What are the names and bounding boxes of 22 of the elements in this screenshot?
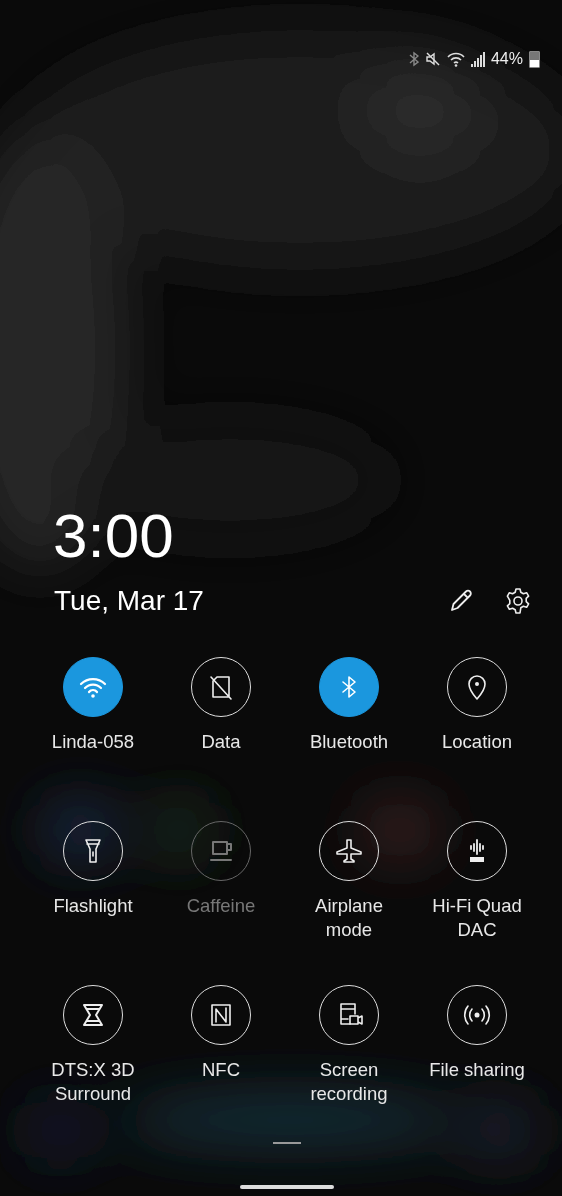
signal-icon [470, 51, 485, 67]
clock-time: 3:00 [52, 501, 175, 571]
battery-percentage: 44% [490, 50, 523, 68]
toggle-label: Airplane mode [315, 894, 383, 942]
toggle-label: Location [442, 730, 512, 754]
edit-icon[interactable] [448, 588, 474, 614]
toggle-label: Hi-Fi Quad DAC [432, 894, 522, 942]
toggle-label: Caffeine [186, 894, 256, 918]
toggle-label: File sharing [429, 1058, 525, 1082]
toggle-label: Data [201, 730, 241, 754]
wifi-icon [446, 51, 465, 67]
toggle-label: Linda-058 [51, 730, 135, 754]
drag-handle[interactable] [273, 1142, 301, 1144]
settings-icon[interactable] [504, 587, 532, 615]
toggle-label: Bluetooth [309, 730, 389, 754]
toggle-label: DTS:X 3D Surround [51, 1058, 135, 1106]
toggle-label: Screen recording [310, 1058, 388, 1106]
toggle-label: NFC [202, 1058, 240, 1082]
battery-icon [529, 50, 540, 68]
date-text: Tue, Mar 17 [54, 585, 204, 617]
airplane-icon [334, 836, 364, 866]
toggle-label: Flashlight [53, 894, 133, 918]
